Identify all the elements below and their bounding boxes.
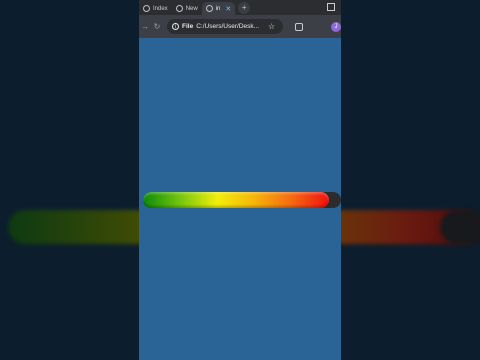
- bookmark-star-icon[interactable]: ☆: [268, 22, 275, 31]
- globe-icon: [143, 5, 150, 12]
- url-text: C:/Users/User/Desk...: [196, 23, 260, 30]
- tab-label: Index: [153, 5, 168, 12]
- progress-bar: [143, 192, 341, 208]
- address-bar[interactable]: i File C:/Users/User/Desk... ☆: [167, 19, 283, 34]
- tab-index[interactable]: Index: [139, 2, 172, 15]
- tab-label: in: [215, 5, 221, 12]
- new-tab-button[interactable]: +: [238, 2, 251, 14]
- globe-icon: [205, 5, 213, 12]
- info-icon[interactable]: i: [172, 23, 179, 30]
- progress-fill: [143, 192, 330, 208]
- tab-strip: Index New in ✕ +: [139, 0, 341, 15]
- close-tab-icon[interactable]: ✕: [225, 5, 231, 13]
- extensions-icon[interactable]: [295, 22, 303, 31]
- globe-icon: [175, 5, 183, 12]
- background-blurred-track-end: [440, 210, 480, 244]
- forward-icon[interactable]: →: [139, 22, 151, 31]
- reload-icon[interactable]: ↻: [151, 22, 163, 31]
- tab-label: New: [185, 5, 198, 12]
- tab-new[interactable]: New: [172, 2, 202, 15]
- site-chip: File: [182, 23, 194, 30]
- browser-toolbar: → ↻ i File C:/Users/User/Desk... ☆ J: [139, 15, 341, 38]
- profile-avatar[interactable]: J: [331, 21, 341, 32]
- maximize-icon[interactable]: [327, 3, 335, 11]
- browser-window: Index New in ✕ + → ↻ i File C:/Users/Use…: [139, 0, 341, 360]
- tab-active[interactable]: in ✕: [201, 2, 236, 15]
